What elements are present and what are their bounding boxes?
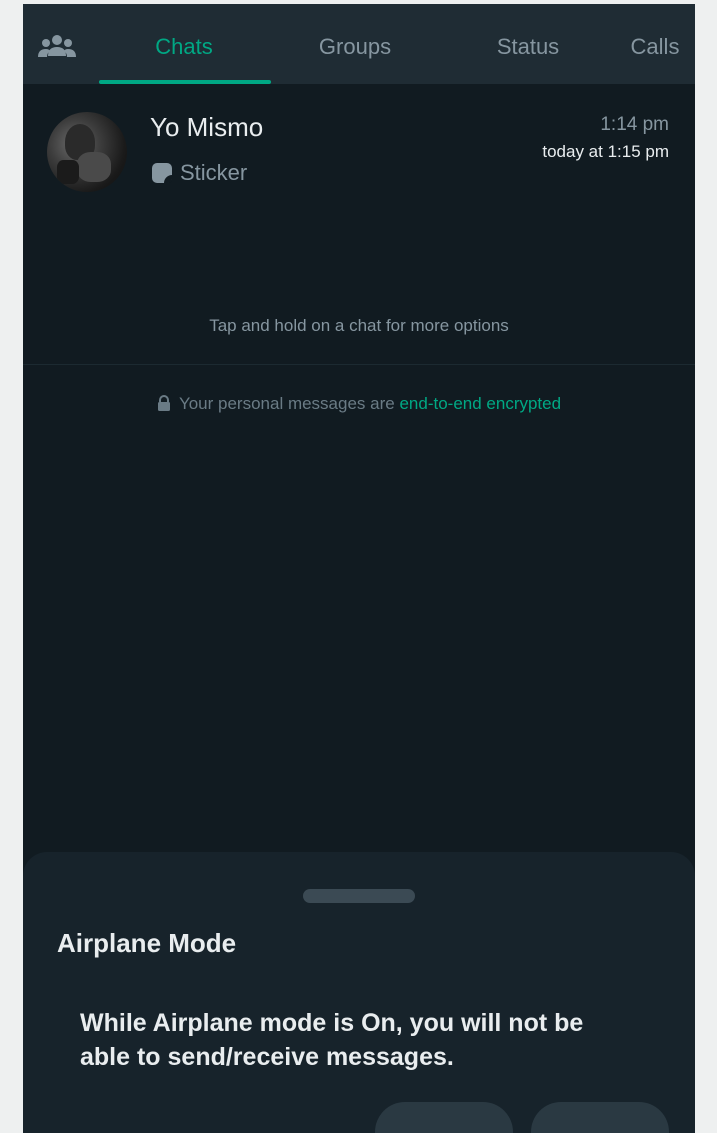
sticker-icon [152, 163, 172, 183]
tab-status[interactable]: Status [473, 4, 583, 84]
encryption-prefix: Your personal messages are [178, 394, 400, 413]
tab-groups[interactable]: Groups [295, 4, 415, 84]
chat-preview: Sticker [152, 160, 247, 186]
options-hint: Tap and hold on a chat for more options [209, 316, 509, 335]
sheet-title: Airplane Mode [57, 928, 237, 958]
sheet-drag-handle[interactable] [303, 889, 415, 903]
divider [23, 364, 695, 365]
chat-preview-text: Sticker [180, 160, 248, 185]
chat-name: Yo Mismo [150, 112, 264, 142]
chat-subtime: today at 1:15 pm [542, 142, 669, 161]
tab-calls[interactable]: Calls [613, 4, 695, 84]
tab-bar: Chats Groups Status Calls [23, 4, 695, 84]
community-icon[interactable] [37, 34, 77, 60]
sheet-button-secondary[interactable] [375, 1102, 513, 1133]
chat-time: 1:14 pm [600, 114, 669, 135]
chat-list-item[interactable]: Yo Mismo Sticker 1:14 pm today at 1:15 p… [23, 90, 695, 208]
avatar[interactable] [47, 112, 127, 192]
app-screen: Chats Groups Status Calls Yo Mismo Stick… [23, 4, 695, 1133]
sheet-button-primary[interactable] [531, 1102, 669, 1133]
tab-chats[interactable]: Chats [119, 4, 249, 84]
sheet-message: While Airplane mode is On, you will not … [80, 1009, 584, 1071]
active-tab-indicator [99, 80, 271, 84]
airplane-mode-sheet: Airplane Mode While Airplane mode is On,… [23, 852, 695, 1133]
encryption-link[interactable]: end-to-end encrypted [399, 394, 561, 413]
encryption-notice: Your personal messages are end-to-end en… [23, 394, 695, 414]
lock-icon [157, 395, 170, 411]
